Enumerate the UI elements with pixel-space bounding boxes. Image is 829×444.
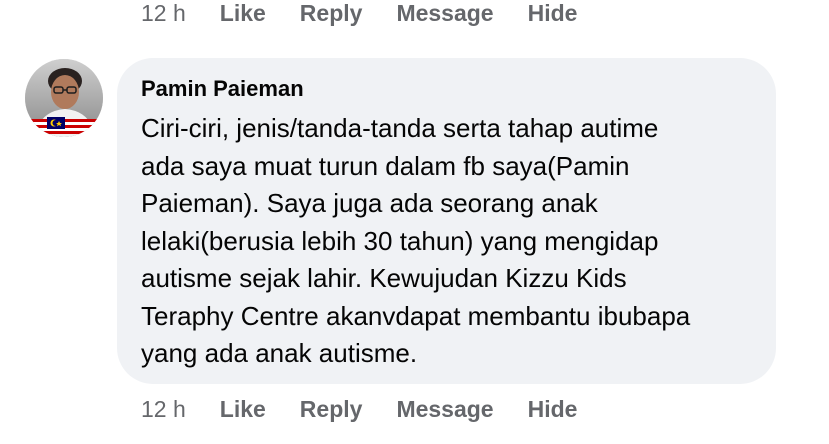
timestamp[interactable]: 12 h bbox=[141, 0, 186, 28]
comment-line: Ciri-ciri, jenis/tanda-tanda serta tahap… bbox=[141, 113, 659, 143]
comment-line: ada saya muat turun dalam fb saya(Pamin bbox=[141, 150, 630, 181]
like-button[interactable]: Like bbox=[220, 394, 266, 424]
profile-photo-icon bbox=[25, 59, 103, 137]
comment-line: Teraphy Centre akanvdapat membantu ibuba… bbox=[141, 300, 691, 331]
avatar[interactable] bbox=[25, 59, 103, 137]
comment-line: Paieman). Saya juga ada seorang anak bbox=[141, 188, 598, 218]
timestamp[interactable]: 12 h bbox=[141, 394, 186, 424]
comment-line: yang ada anak autisme. bbox=[141, 338, 418, 368]
message-button[interactable]: Message bbox=[396, 394, 493, 424]
comment-body: Ciri-ciri, jenis/tanda-tanda serta tahap… bbox=[141, 110, 761, 373]
comment-line: autisme sejak lahir. Kewujudan Kizzu Kid… bbox=[141, 263, 627, 293]
reply-button[interactable]: Reply bbox=[300, 394, 363, 424]
comment-author[interactable]: Pamin Paieman bbox=[141, 74, 752, 104]
previous-comment-actions: 12 h Like Reply Message Hide bbox=[141, 0, 611, 28]
comment-bubble: Pamin Paieman Ciri-ciri, jenis/tanda-tan… bbox=[117, 58, 776, 384]
like-button[interactable]: Like bbox=[220, 0, 266, 28]
hide-button[interactable]: Hide bbox=[528, 394, 578, 424]
comment-actions: 12 h Like Reply Message Hide bbox=[141, 394, 611, 424]
message-button[interactable]: Message bbox=[396, 0, 493, 28]
hide-button[interactable]: Hide bbox=[528, 0, 578, 28]
reply-button[interactable]: Reply bbox=[300, 0, 363, 28]
comment-line: lelaki(berusia lebih 30 tahun) yang meng… bbox=[141, 225, 659, 256]
